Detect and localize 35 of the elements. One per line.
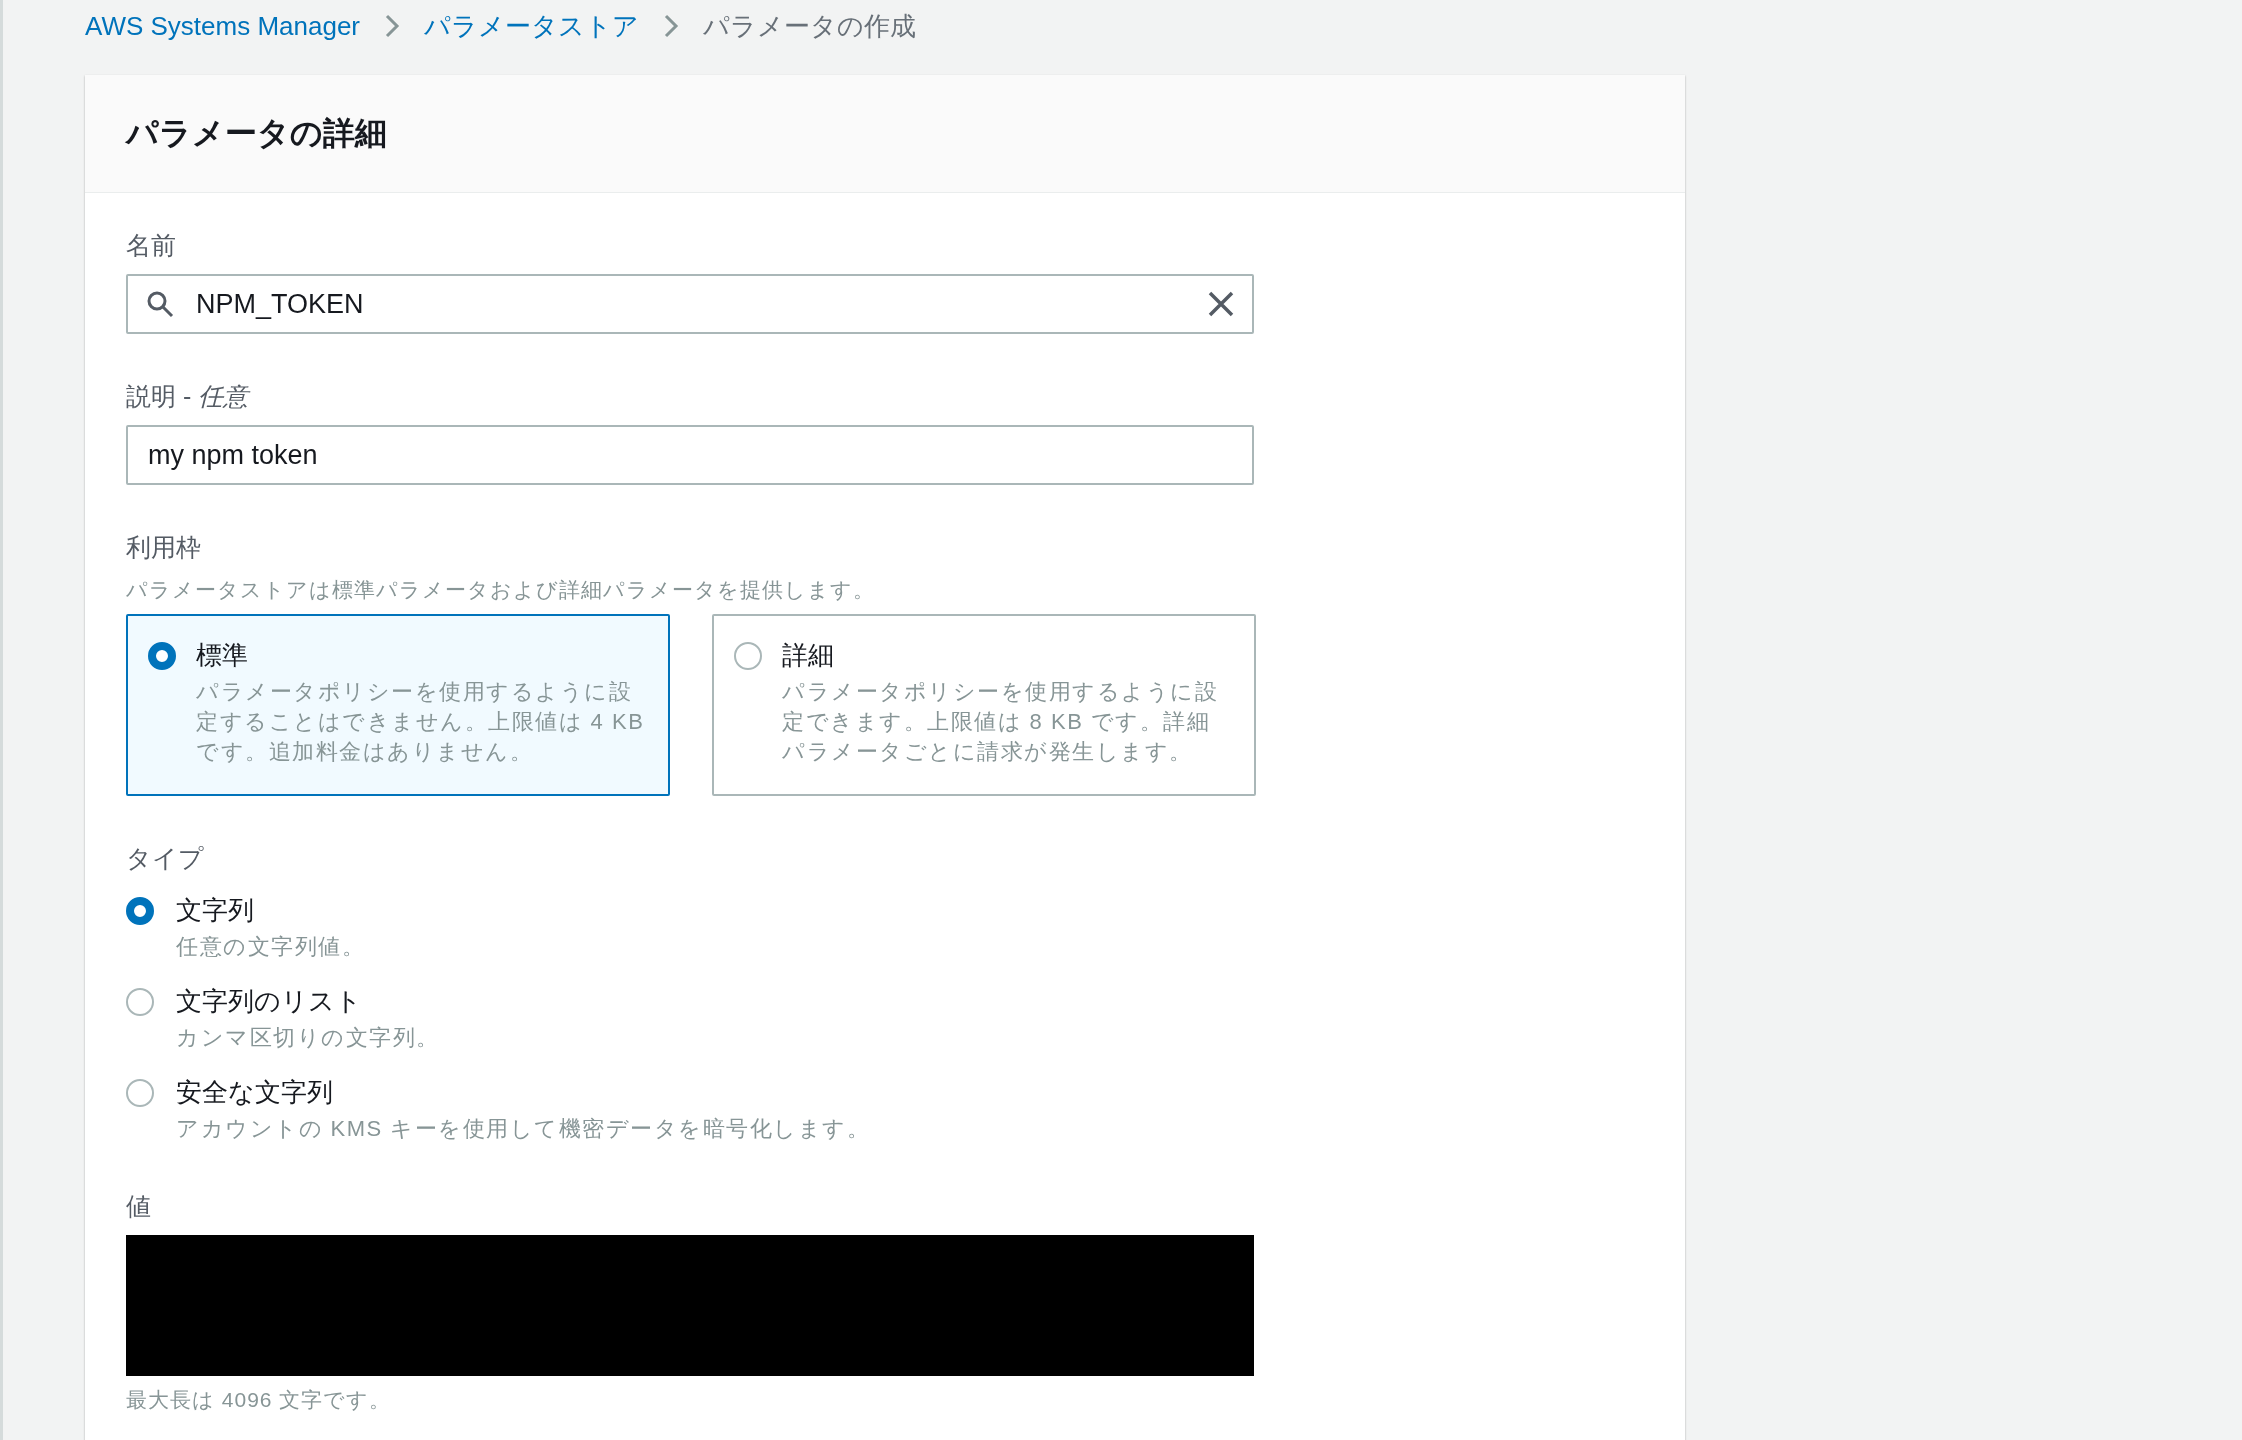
- option-title: 安全な文字列: [176, 1076, 334, 1109]
- search-icon: [146, 290, 174, 318]
- panel-title: パラメータの詳細: [126, 113, 387, 153]
- description-field[interactable]: my npm token: [126, 425, 1254, 485]
- clear-icon[interactable]: [1208, 291, 1234, 317]
- field-label: タイプ: [126, 843, 204, 874]
- breadcrumb-current: パラメータの作成: [703, 9, 916, 43]
- field-hint: 最大長は 4096 文字です。: [126, 1387, 392, 1413]
- option-title: 標準: [196, 639, 249, 672]
- tier-option-card[interactable]: 標準 パラメータポリシーを使用するように設定することはできません。上限値は 4 KB です。追加料金はありません。: [126, 614, 670, 796]
- radio-button[interactable]: [126, 988, 154, 1016]
- radio-button[interactable]: [126, 897, 154, 925]
- breadcrumb-link[interactable]: AWS Systems Manager: [85, 10, 360, 42]
- breadcrumb-link[interactable]: パラメータストア: [424, 8, 639, 44]
- option-description: パラメータポリシーを使用するように設定できます。上限値は 8 KB です。詳細パラメータごとに請求が発生します。: [782, 678, 1219, 766]
- radio-button[interactable]: [734, 642, 762, 670]
- radio-button[interactable]: [148, 642, 176, 670]
- field-hint: パラメータストアは標準パラメータおよび詳細パラメータを提供します。: [126, 577, 875, 603]
- option-title: 文字列のリスト: [176, 985, 363, 1018]
- field-label: 値: [126, 1191, 151, 1222]
- field-label: 利用枠: [126, 532, 201, 563]
- option-title: 文字列: [176, 894, 255, 927]
- field-label: 説明 - 任意: [126, 381, 249, 412]
- redacted-value-field[interactable]: [126, 1235, 1254, 1376]
- option-title: 詳細: [782, 639, 835, 672]
- option-description: 任意の文字列値。: [176, 933, 365, 961]
- option-description: アカウントの KMS キーを使用して機密データを暗号化します。: [176, 1115, 871, 1143]
- option-description: カンマ区切りの文字列。: [176, 1024, 440, 1052]
- field-label: 名前: [126, 230, 176, 261]
- chevron-right-icon: [663, 13, 679, 39]
- tier-option-card[interactable]: 詳細 パラメータポリシーを使用するように設定できます。上限値は 8 KB です。詳細パラメータごとに請求が発生します。: [712, 614, 1256, 796]
- radio-button[interactable]: [126, 1079, 154, 1107]
- option-description: パラメータポリシーを使用するように設定することはできません。上限値は 4 KB です。追加料金はありません。: [196, 678, 646, 766]
- name-field[interactable]: NPM_TOKEN: [126, 274, 1254, 334]
- chevron-right-icon: [384, 13, 400, 39]
